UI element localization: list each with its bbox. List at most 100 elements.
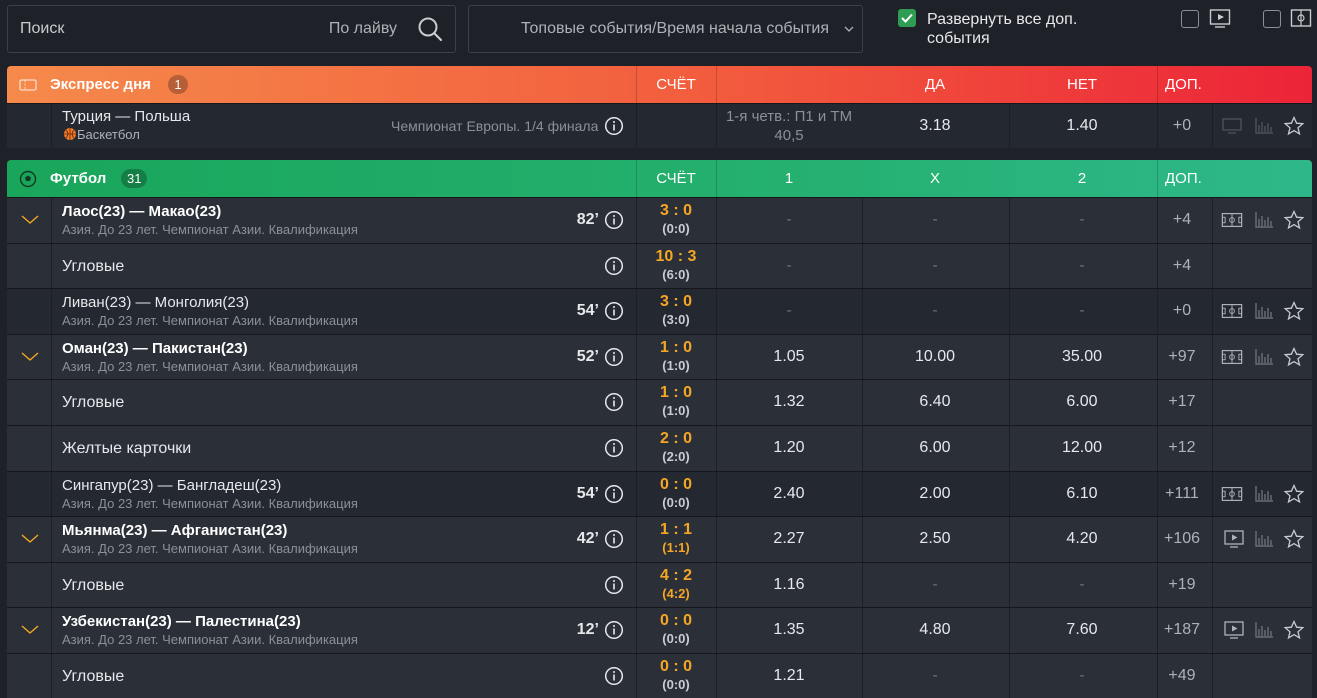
match-row[interactable]: Лаос(23) — Макао(23) Азия. До 23 лет. Чем…: [7, 197, 1312, 243]
info-icon[interactable]: [604, 347, 624, 367]
submarket-row[interactable]: Угловые 0 : 0 (0:0) 1.21- - +49: [7, 652, 1312, 698]
odd-no[interactable]: 1.40: [1009, 117, 1155, 135]
more-markets-link[interactable]: +106: [1157, 530, 1207, 548]
submarket-label[interactable]: Угловые: [62, 577, 124, 595]
submarket-label[interactable]: Угловые: [62, 258, 124, 276]
odd-1[interactable]: 1.20: [716, 439, 862, 457]
search-box[interactable]: По лайву: [7, 5, 456, 53]
match-teams[interactable]: Оман(23) — Пакистан(23): [62, 340, 248, 357]
odd-2[interactable]: 6.00: [1009, 393, 1155, 411]
field-stats-icon[interactable]: [1221, 484, 1243, 504]
odd-1[interactable]: 1.35: [716, 621, 862, 639]
match-row[interactable]: Оман(23) — Пакистан(23) Азия. До 23 лет. …: [7, 333, 1312, 380]
video-icon[interactable]: [1223, 529, 1245, 549]
odd-x[interactable]: -: [862, 667, 1008, 685]
stats-bars-icon[interactable]: [1253, 484, 1275, 504]
submarket-row[interactable]: Угловые 10 : 3 (6:0) - - - +4: [7, 242, 1312, 289]
favorite-star-icon[interactable]: [1283, 529, 1305, 549]
favorite-star-icon[interactable]: [1283, 301, 1305, 321]
favorite-star-icon[interactable]: [1283, 116, 1305, 136]
odd-1[interactable]: 2.40: [716, 485, 862, 503]
stats-bars-icon[interactable]: [1253, 347, 1275, 367]
more-markets-link[interactable]: +0: [1157, 117, 1207, 135]
odd-2[interactable]: 4.20: [1009, 530, 1155, 548]
info-icon[interactable]: [604, 620, 624, 640]
match-teams[interactable]: Мьянма(23) — Афганистан(23): [62, 522, 287, 539]
odd-yes[interactable]: 3.18: [862, 117, 1008, 135]
chevron-down-icon[interactable]: [21, 529, 39, 547]
stats-bars-icon[interactable]: [1253, 301, 1275, 321]
more-markets-link[interactable]: +19: [1157, 576, 1207, 594]
odd-x[interactable]: 6.40: [862, 393, 1008, 411]
stats-bars-icon[interactable]: [1253, 620, 1275, 640]
odd-x[interactable]: 10.00: [862, 348, 1008, 366]
video-icon[interactable]: [1223, 620, 1245, 640]
odd-x[interactable]: 4.80: [862, 621, 1008, 639]
favorite-star-icon[interactable]: [1283, 346, 1305, 367]
more-markets-link[interactable]: +17: [1157, 393, 1207, 411]
more-markets-link[interactable]: +0: [1157, 302, 1207, 320]
video-filter-checkbox[interactable]: [1181, 10, 1199, 28]
odd-1[interactable]: -: [716, 211, 862, 229]
submarket-label[interactable]: Угловые: [62, 668, 124, 686]
match-row[interactable]: Мьянма(23) — Афганистан(23) Азия. До 23 л…: [7, 516, 1312, 562]
info-icon[interactable]: [604, 484, 624, 504]
more-markets-link[interactable]: +97: [1157, 348, 1207, 366]
odd-2[interactable]: 35.00: [1009, 348, 1155, 366]
expand-all-label[interactable]: Развернуть все доп. события: [927, 10, 1107, 48]
info-icon[interactable]: [604, 256, 624, 276]
stats-bars-icon[interactable]: [1253, 529, 1275, 549]
search-input[interactable]: [8, 6, 308, 52]
submarket-row[interactable]: Угловые 4 : 2 (4:2) 1.16- - +19: [7, 561, 1312, 608]
more-markets-link[interactable]: +187: [1157, 621, 1207, 639]
match-teams[interactable]: Узбекистан(23) — Палестина(23): [62, 613, 301, 630]
more-markets-link[interactable]: +111: [1157, 485, 1207, 503]
odd-x[interactable]: 2.50: [862, 530, 1008, 548]
match-row[interactable]: Узбекистан(23) — Палестина(23) Азия. До 2…: [7, 607, 1312, 653]
more-markets-link[interactable]: +4: [1157, 211, 1207, 229]
odd-1[interactable]: 2.27: [716, 530, 862, 548]
match-teams[interactable]: Лаос(23) — Макао(23): [62, 203, 221, 220]
info-icon[interactable]: [604, 392, 624, 412]
odd-2[interactable]: -: [1009, 211, 1155, 229]
odd-x[interactable]: -: [862, 302, 1008, 320]
odd-x[interactable]: 6.00: [862, 439, 1008, 457]
odd-1[interactable]: -: [716, 302, 862, 320]
stats-filter-checkbox[interactable]: [1263, 10, 1281, 28]
info-icon[interactable]: [604, 666, 624, 686]
expand-all-checkbox[interactable]: [898, 9, 916, 27]
match-teams[interactable]: Сингапур(23) — Бангладеш(23): [62, 477, 281, 494]
favorite-star-icon[interactable]: [1283, 620, 1305, 640]
chevron-down-icon[interactable]: [21, 210, 39, 228]
submarket-label[interactable]: Желтые карточки: [62, 440, 191, 458]
stats-bars-icon[interactable]: [1253, 116, 1275, 136]
more-markets-link[interactable]: +4: [1157, 257, 1207, 275]
odd-x[interactable]: -: [862, 576, 1008, 594]
submarket-row[interactable]: Желтые карточки 2 : 0 (2:0) 1.20 6.00 12.00 +1…: [7, 424, 1312, 471]
info-icon[interactable]: [604, 301, 624, 321]
express-event-row[interactable]: Турция — Польша Баскетбол Чемпионат Евро…: [7, 103, 1312, 148]
info-icon[interactable]: [604, 438, 624, 458]
more-markets-link[interactable]: +49: [1157, 667, 1207, 685]
info-icon[interactable]: [604, 116, 624, 136]
favorite-star-icon[interactable]: [1283, 483, 1305, 504]
odd-1[interactable]: 1.32: [716, 393, 862, 411]
odd-x[interactable]: 2.00: [862, 485, 1008, 503]
field-stats-icon[interactable]: [1221, 301, 1243, 321]
sort-select[interactable]: Топовые события/Время начала события: [468, 5, 863, 53]
info-icon[interactable]: [604, 210, 624, 230]
chevron-down-icon[interactable]: [21, 347, 39, 365]
chevron-down-icon[interactable]: [21, 620, 39, 638]
odd-2[interactable]: -: [1009, 257, 1155, 275]
favorite-star-icon[interactable]: [1283, 210, 1305, 230]
odd-x[interactable]: -: [862, 211, 1008, 229]
more-markets-link[interactable]: +12: [1157, 439, 1207, 457]
match-teams[interactable]: Ливан(23) — Монголия(23): [62, 294, 249, 311]
odd-1[interactable]: 1.16: [716, 576, 862, 594]
odd-2[interactable]: -: [1009, 302, 1155, 320]
event-teams[interactable]: Турция — Польша: [62, 108, 190, 125]
odd-2[interactable]: -: [1009, 667, 1155, 685]
field-stats-icon[interactable]: [1221, 347, 1243, 367]
match-row[interactable]: Ливан(23) — Монголия(23) Азия. До 23 лет.…: [7, 288, 1312, 334]
odd-1[interactable]: 1.21: [716, 667, 862, 685]
